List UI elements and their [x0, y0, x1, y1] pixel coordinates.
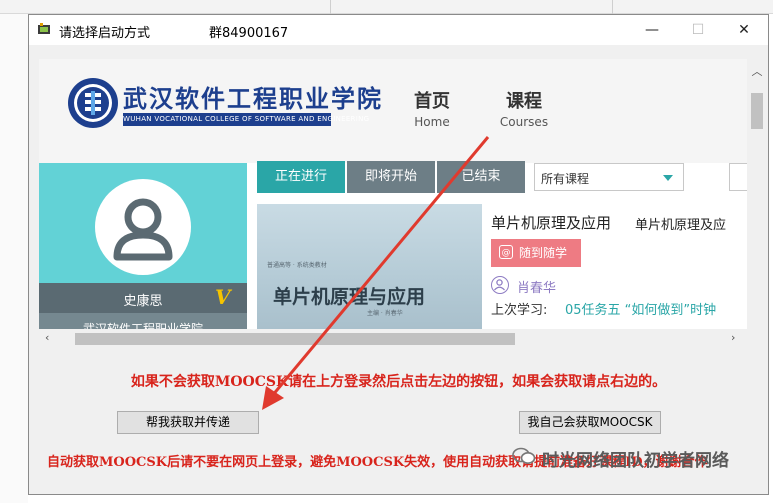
wechat-icon	[512, 447, 536, 464]
annotation-arrow	[262, 136, 490, 410]
watermark-text: 时光网络团队初学者网络	[542, 451, 729, 471]
